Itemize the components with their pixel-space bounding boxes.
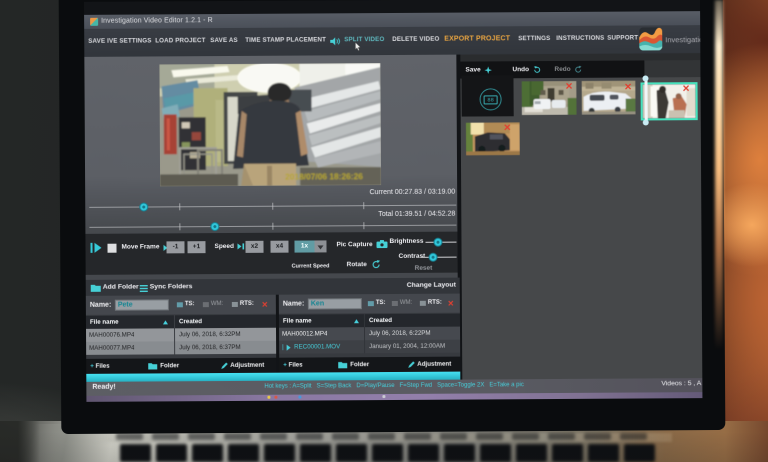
svg-text:2018/07/06 18:26:26: 2018/07/06 18:26:26 [285, 171, 363, 181]
